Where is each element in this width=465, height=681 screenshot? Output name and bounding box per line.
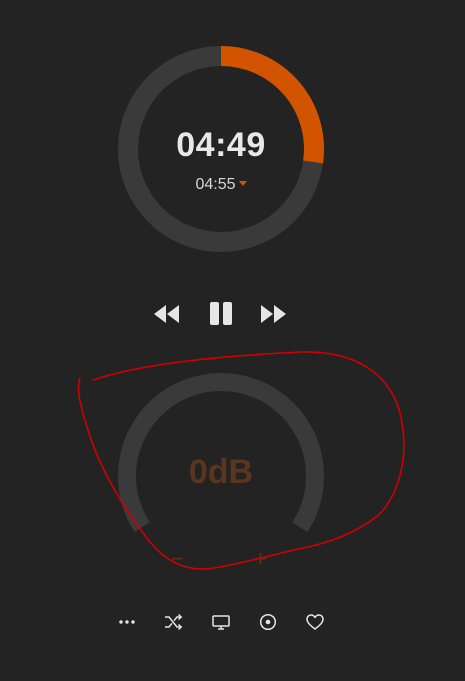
favorite-button[interactable] (304, 610, 326, 634)
bottom-toolbar (110, 610, 340, 634)
heart-icon (306, 614, 324, 630)
volume-down-button[interactable]: − (171, 548, 184, 570)
total-time: 04:55 (195, 176, 236, 193)
target-button[interactable] (257, 610, 279, 634)
shuffle-icon (165, 613, 183, 631)
volume-level: 0dB (188, 453, 254, 491)
elapsed-time: 04:49 (176, 126, 266, 164)
shuffle-button[interactable] (162, 610, 184, 634)
more-button[interactable] (116, 610, 138, 634)
player-screen: 04:49 04:55 0dB − + (0, 0, 465, 681)
fast-forward-button[interactable] (258, 300, 288, 328)
more-icon (119, 620, 135, 624)
volume-up-button[interactable]: + (254, 548, 267, 570)
total-time-selector[interactable]: 04:55 (118, 176, 324, 194)
fast-forward-icon (261, 305, 286, 323)
transport-controls (150, 300, 290, 328)
display-button[interactable] (210, 610, 232, 634)
volume-dial[interactable]: 0dB − + (116, 371, 326, 581)
timer-ring: 04:49 04:55 (118, 46, 324, 252)
pause-icon (210, 302, 232, 325)
display-icon (212, 615, 230, 630)
rewind-icon (154, 305, 179, 323)
pause-button[interactable] (206, 300, 236, 328)
caret-down-icon (238, 181, 247, 187)
rewind-button[interactable] (152, 300, 182, 328)
target-icon (259, 613, 277, 631)
